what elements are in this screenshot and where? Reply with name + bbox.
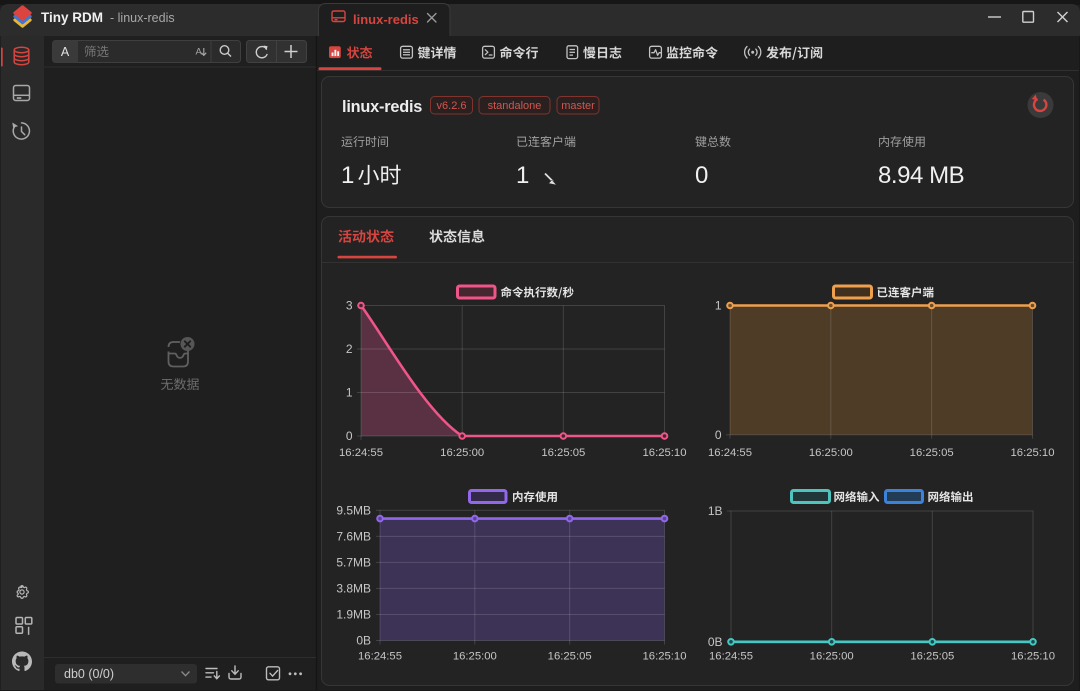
svg-text:16:25:10: 16:25:10 — [1011, 651, 1055, 663]
svg-text:Tiny RDM: Tiny RDM — [41, 10, 103, 25]
svg-text:16:24:55: 16:24:55 — [339, 447, 383, 459]
svg-text:1: 1 — [715, 299, 722, 313]
svg-text:linux-redis: linux-redis — [353, 12, 419, 27]
svg-text:16:25:05: 16:25:05 — [541, 447, 585, 459]
svg-text:2: 2 — [346, 342, 353, 356]
svg-text:A: A — [61, 45, 70, 59]
svg-text:9.5MB: 9.5MB — [336, 504, 371, 518]
svg-text:16:25:05: 16:25:05 — [910, 447, 954, 459]
svg-text:0B: 0B — [356, 634, 371, 648]
svg-text:16:25:00: 16:25:00 — [809, 447, 853, 459]
svg-text:1.9MB: 1.9MB — [336, 608, 371, 622]
svg-text:- linux-redis: - linux-redis — [110, 11, 175, 25]
svg-text:7.6MB: 7.6MB — [336, 530, 371, 544]
svg-text:db0 (0/0): db0 (0/0) — [64, 667, 114, 681]
svg-text:16:25:00: 16:25:00 — [810, 651, 854, 663]
svg-text:0: 0 — [346, 429, 353, 443]
svg-text:8.94 MB: 8.94 MB — [878, 162, 964, 189]
svg-text:16:24:55: 16:24:55 — [358, 651, 402, 663]
svg-text:1: 1 — [341, 162, 354, 189]
svg-text:0: 0 — [715, 428, 722, 442]
svg-text:master: master — [561, 100, 595, 112]
svg-text:A: A — [196, 47, 203, 58]
svg-text:1B: 1B — [708, 504, 723, 518]
svg-text:1: 1 — [516, 162, 529, 189]
svg-text:16:25:05: 16:25:05 — [910, 651, 954, 663]
svg-text:1: 1 — [346, 386, 353, 400]
svg-text:16:25:10: 16:25:10 — [643, 651, 687, 663]
svg-text:16:24:55: 16:24:55 — [708, 447, 752, 459]
svg-text:16:25:10: 16:25:10 — [643, 447, 687, 459]
svg-text:0B: 0B — [708, 635, 723, 649]
svg-text:16:25:10: 16:25:10 — [1011, 447, 1055, 459]
svg-text:v6.2.6: v6.2.6 — [437, 100, 467, 112]
svg-text:16:25:00: 16:25:00 — [453, 651, 497, 663]
svg-text:16:24:55: 16:24:55 — [709, 651, 753, 663]
svg-text:16:25:00: 16:25:00 — [440, 447, 484, 459]
svg-text:linux-redis: linux-redis — [342, 98, 422, 116]
svg-text:16:25:05: 16:25:05 — [548, 651, 592, 663]
svg-text:3.8MB: 3.8MB — [336, 582, 371, 596]
svg-text:0: 0 — [695, 162, 708, 189]
svg-text:standalone: standalone — [488, 100, 542, 112]
svg-text:3: 3 — [346, 299, 353, 313]
svg-text:5.7MB: 5.7MB — [336, 556, 371, 570]
